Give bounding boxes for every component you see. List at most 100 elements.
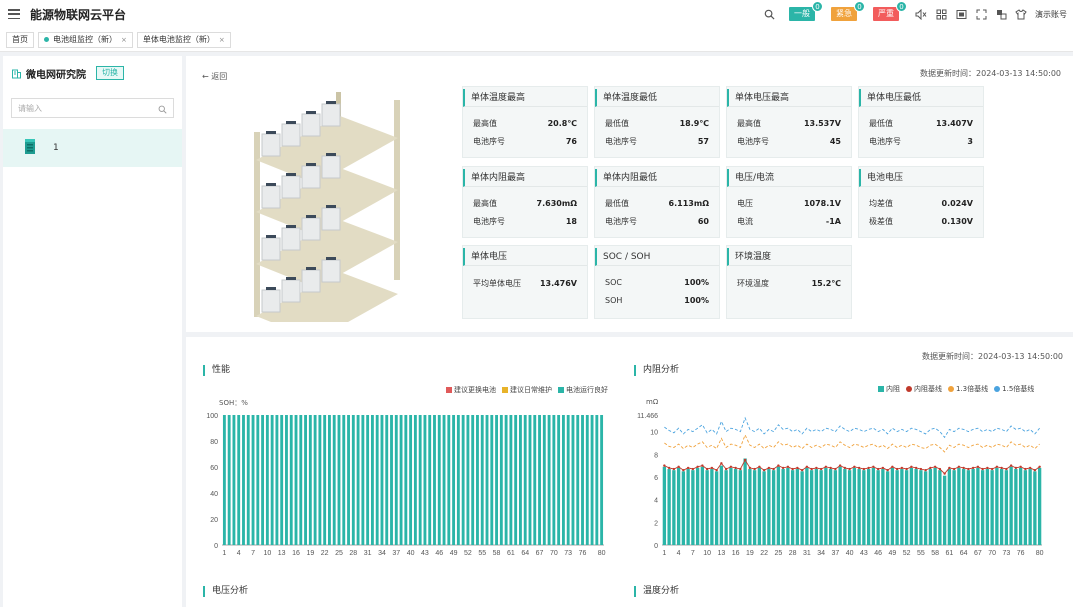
soh-bar	[280, 415, 284, 545]
legend-item[interactable]: 内阻基线	[906, 384, 942, 394]
soh-bar	[261, 415, 265, 545]
y-tick-label: 6	[654, 475, 658, 482]
resistance-bar	[824, 467, 828, 545]
x-tick-label: 25	[335, 550, 343, 557]
baseline-point	[758, 465, 761, 468]
tab-item[interactable]: 单体电池监控（新） ×	[136, 31, 231, 48]
close-icon[interactable]: ×	[121, 33, 127, 47]
x-tick-label: 61	[945, 550, 953, 557]
soh-bar	[308, 415, 312, 545]
x-tick-label: 58	[493, 550, 501, 557]
legend-item[interactable]: 建议更换电池	[446, 385, 496, 395]
soh-bar	[561, 415, 565, 545]
close-icon[interactable]: ×	[219, 33, 225, 47]
building-icon	[11, 64, 22, 83]
baseline-point	[682, 468, 685, 472]
grid-icon[interactable]	[935, 8, 947, 20]
translate-icon[interactable]	[995, 8, 1007, 20]
baseline-point	[767, 466, 771, 470]
x-tick-label: 1	[662, 550, 666, 557]
baseline-point	[905, 467, 908, 471]
stat-card: SOC / SOH SOC 100% SOH 100%	[594, 245, 720, 319]
sidebar-search	[11, 98, 174, 118]
top-bar: 能源物联网云平台 一般 0 紧急 0 严重 0 演示账号	[0, 0, 1073, 28]
search-icon[interactable]	[158, 99, 167, 118]
alert-button[interactable]: 一般 0	[789, 1, 823, 21]
baseline-1-5x-line	[664, 416, 1040, 439]
menu-icon[interactable]	[8, 9, 20, 19]
resistance-bar	[900, 469, 904, 545]
alert-button[interactable]: 紧急 0	[831, 1, 865, 21]
soh-bar	[466, 415, 470, 545]
tab-item[interactable]: 电池组监控（新） ×	[38, 31, 133, 48]
baseline-point	[720, 462, 723, 465]
soh-bar	[337, 415, 341, 545]
stat-value: 7.630mΩ	[536, 199, 577, 208]
x-tick-label: 22	[760, 550, 768, 557]
resistance-bar	[876, 470, 880, 545]
resistance-bar	[700, 466, 705, 545]
stat-card-title: 单体温度最低	[595, 89, 719, 107]
stat-card-title: 单体温度最高	[463, 89, 587, 107]
tab-item[interactable]: 首页	[6, 31, 34, 48]
soh-bar	[595, 415, 599, 545]
soh-bar	[552, 415, 556, 545]
x-tick-label: 7	[251, 550, 255, 557]
y-tick-label: 8	[654, 452, 658, 459]
baseline-point	[753, 467, 756, 471]
resistance-bar	[814, 469, 819, 545]
legend-item[interactable]: 1.5倍基线	[994, 384, 1034, 394]
account-name[interactable]: 演示账号	[1035, 9, 1067, 20]
x-tick-label: 4	[677, 550, 681, 557]
stat-card: 电压/电流 电压 1078.1V 电流 -1A	[726, 166, 852, 238]
stat-card: 单体温度最高 最高值 20.8℃ 电池序号 76	[462, 86, 588, 158]
sidebar-item-battery-group[interactable]: 1	[3, 129, 182, 167]
baseline-point	[990, 467, 994, 471]
soh-bar	[533, 415, 537, 545]
theme-icon[interactable]	[1015, 8, 1027, 20]
legend-item[interactable]: 1.3倍基线	[948, 384, 988, 394]
x-tick-label: 49	[450, 550, 458, 557]
stat-label: 环境温度	[737, 279, 769, 288]
baseline-point	[834, 467, 837, 471]
x-tick-label: 28	[789, 550, 797, 557]
baseline-point	[843, 466, 847, 470]
baseline-point	[777, 464, 780, 467]
stat-label: 电池序号	[737, 137, 769, 146]
x-tick-label: 22	[321, 550, 329, 557]
search-icon[interactable]	[763, 8, 775, 20]
stat-value: 45	[829, 137, 841, 146]
baseline-point	[696, 465, 699, 468]
resistance-bar	[819, 470, 823, 545]
alert-button[interactable]: 严重 0	[873, 1, 907, 21]
stat-value: 20.8℃	[547, 119, 577, 128]
baseline-point	[715, 468, 718, 472]
baseline-point	[796, 466, 799, 470]
stat-row: 环境温度 15.2℃	[727, 275, 851, 293]
x-tick-label: 46	[435, 550, 443, 557]
battery-module	[281, 277, 301, 303]
resistance-bar	[890, 467, 895, 545]
legend-item[interactable]: 内阻	[878, 384, 900, 394]
soh-bar	[538, 415, 541, 545]
y-tick-label: 100	[206, 413, 218, 420]
x-tick-label: 49	[888, 550, 896, 557]
back-link[interactable]: ← 返回	[202, 71, 227, 82]
switch-button[interactable]: 切换	[96, 66, 124, 80]
tab-label: 首页	[12, 34, 28, 44]
resistance-bar	[1028, 469, 1032, 545]
x-tick-label: 25	[774, 550, 782, 557]
x-tick-label: 7	[691, 550, 695, 557]
resistance-bar	[1023, 470, 1028, 545]
baseline-point	[952, 467, 956, 471]
alert-count: 0	[896, 1, 907, 12]
sidebar-search-input[interactable]	[18, 103, 138, 113]
soh-bar	[557, 415, 561, 545]
legend-item[interactable]: 建议日常维护	[502, 385, 552, 395]
resistance-bar	[729, 467, 733, 545]
legend-item[interactable]: 电池运行良好	[558, 385, 608, 395]
screen-icon[interactable]	[955, 8, 967, 20]
fullscreen-icon[interactable]	[975, 8, 987, 20]
mute-icon[interactable]	[915, 8, 927, 20]
baseline-point	[710, 466, 714, 470]
